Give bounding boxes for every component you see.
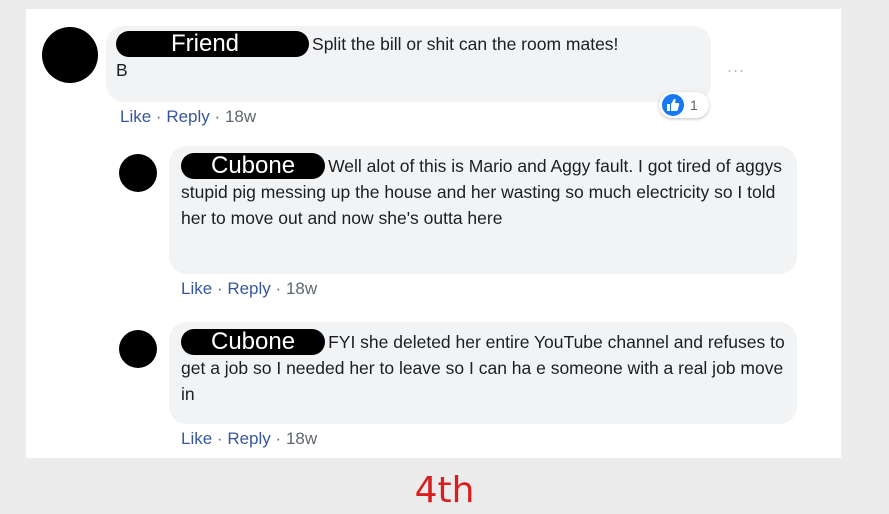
like-link[interactable]: Like <box>181 429 212 448</box>
timestamp[interactable]: 18w <box>225 107 256 126</box>
avatar[interactable] <box>119 330 157 368</box>
reaction-summary[interactable]: 1 <box>659 92 709 118</box>
timestamp[interactable]: 18w <box>286 429 317 448</box>
comment-actions: Like · Reply · 18w <box>120 107 256 127</box>
comment-bubble: Cubone FYI she deleted her entire YouTube… <box>169 322 797 424</box>
separator: · <box>275 279 282 298</box>
comment-author[interactable]: Cubone <box>181 153 326 179</box>
comment-text-line2: B <box>116 60 128 80</box>
caption-label: 4th <box>414 470 475 511</box>
avatar[interactable] <box>42 27 98 83</box>
reaction-count: 1 <box>690 97 698 113</box>
comment-thread: Friend Split the bill or shit can the roo… <box>26 9 841 458</box>
separator: · <box>216 429 223 448</box>
comment-author[interactable]: Cubone <box>181 329 326 355</box>
comment-bubble: Cubone Well alot of this is Mario and Agg… <box>169 146 797 274</box>
comment-author[interactable]: Friend <box>116 31 310 57</box>
avatar[interactable] <box>119 154 157 192</box>
separator: · <box>216 279 223 298</box>
like-link[interactable]: Like <box>181 279 212 298</box>
comment-actions: Like · Reply · 18w <box>181 279 317 299</box>
reply-link[interactable]: Reply <box>166 107 209 126</box>
comment-text: Split the bill or shit can the room mate… <box>312 34 619 54</box>
separator: · <box>275 429 282 448</box>
timestamp[interactable]: 18w <box>286 279 317 298</box>
thumbs-up-icon <box>662 94 684 116</box>
reply-link[interactable]: Reply <box>227 279 270 298</box>
reply-link[interactable]: Reply <box>227 429 270 448</box>
more-options-icon[interactable]: ... <box>727 56 745 77</box>
comment-bubble: Friend Split the bill or shit can the roo… <box>106 26 711 102</box>
separator: · <box>155 107 162 126</box>
like-link[interactable]: Like <box>120 107 151 126</box>
separator: · <box>214 107 221 126</box>
comment-actions: Like · Reply · 18w <box>181 429 317 449</box>
